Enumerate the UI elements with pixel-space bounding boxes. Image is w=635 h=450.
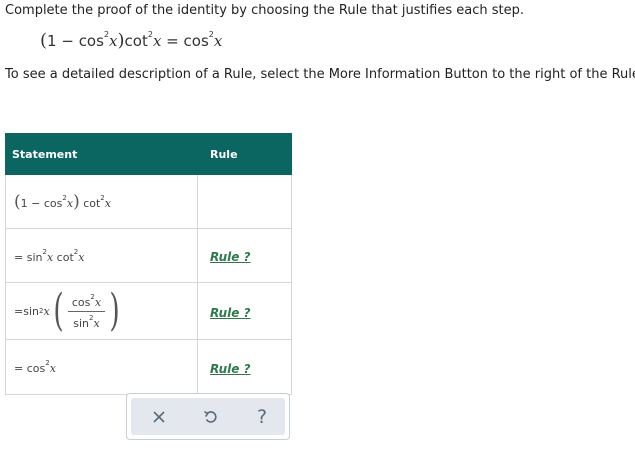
one-minus: 1 − xyxy=(20,196,44,210)
rule-link[interactable]: Rule ? xyxy=(210,250,251,264)
open-paren: ( xyxy=(53,285,64,336)
variable-x: x xyxy=(109,32,118,50)
instruction-text: Complete the proof of the identity by ch… xyxy=(5,3,525,18)
rule-link[interactable]: Rule ? xyxy=(210,306,251,320)
equals-sign: = xyxy=(14,250,27,264)
open-paren: ( xyxy=(40,30,48,51)
variable-x: x xyxy=(93,316,100,330)
equals-sign: = xyxy=(161,32,184,50)
statement-cell: = cos2x xyxy=(5,339,198,395)
statement-expression: = cos2x xyxy=(14,359,56,375)
statement-cell: = sin 2 x ( cos2x sin2x ) xyxy=(5,282,198,340)
table-row: = sin 2 x ( cos2x sin2x ) Rule ? xyxy=(5,282,292,340)
rule-cell xyxy=(197,174,292,229)
statement-expression: = sin2x cot2x xyxy=(14,248,85,264)
sin-fn: sin xyxy=(23,304,39,318)
cos-fn: cos xyxy=(71,295,91,309)
one-minus: 1 − xyxy=(47,32,79,50)
variable-x: x xyxy=(213,32,223,50)
cos-fn: cos xyxy=(26,362,46,375)
table-row: = cos2x Rule ? xyxy=(5,339,292,395)
close-paren: ) xyxy=(109,285,120,336)
equals-sign: = xyxy=(14,304,24,318)
cot-fn: cot xyxy=(56,250,74,264)
rule-link[interactable]: Rule ? xyxy=(210,362,251,376)
cos-fn: cos xyxy=(183,32,209,50)
toolbar-inner: ? xyxy=(131,398,285,435)
variable-x: x xyxy=(46,250,54,264)
statement-cell: = sin2x cot2x xyxy=(5,228,198,283)
variable-x: x xyxy=(43,304,50,318)
answer-toolbar: ? xyxy=(126,393,290,440)
proof-table: Statement Rule (1 − cos2x) cot2x = sin2x… xyxy=(5,133,292,395)
cos-fn: cos xyxy=(43,196,63,210)
table-row: (1 − cos2x) cot2x xyxy=(5,174,292,229)
sin-fn: sin xyxy=(73,316,89,330)
statement-expression: (1 − cos2x) cot2x xyxy=(14,192,111,212)
undo-icon[interactable] xyxy=(201,407,221,427)
statement-expression: = sin 2 x ( cos2x sin2x ) xyxy=(14,289,123,333)
instruction-text-2: To see a detailed description of a Rule,… xyxy=(5,67,635,82)
close-paren: ) xyxy=(73,191,80,212)
statement-cell: (1 − cos2x) cot2x xyxy=(5,174,198,229)
fraction: cos2x sin2x xyxy=(67,293,106,330)
table-row: = sin2x cot2x Rule ? xyxy=(5,228,292,283)
open-paren: ( xyxy=(14,191,21,212)
identity-equation: (1 − cos2x)cot2x = cos2x xyxy=(40,30,222,51)
equals-sign: = xyxy=(14,362,27,375)
variable-x: x xyxy=(78,250,85,264)
cos-fn: cos xyxy=(78,32,104,50)
fraction-denominator: sin2x xyxy=(69,312,103,330)
x-icon[interactable] xyxy=(149,407,169,427)
header-rule: Rule xyxy=(197,133,292,175)
rule-cell: Rule ? xyxy=(197,339,292,395)
header-statement: Statement xyxy=(5,133,198,175)
rule-cell: Rule ? xyxy=(197,282,292,340)
rule-cell: Rule ? xyxy=(197,228,292,283)
variable-x: x xyxy=(94,295,102,309)
variable-x: x xyxy=(49,362,56,375)
cot-fn: cot xyxy=(124,32,148,50)
sin-fn: sin xyxy=(26,250,43,264)
variable-x: x xyxy=(104,196,111,210)
cot-fn: cot xyxy=(83,196,101,210)
help-button[interactable]: ? xyxy=(252,407,272,427)
fraction-numerator: cos2x xyxy=(67,293,106,312)
close-paren: ) xyxy=(117,30,125,51)
